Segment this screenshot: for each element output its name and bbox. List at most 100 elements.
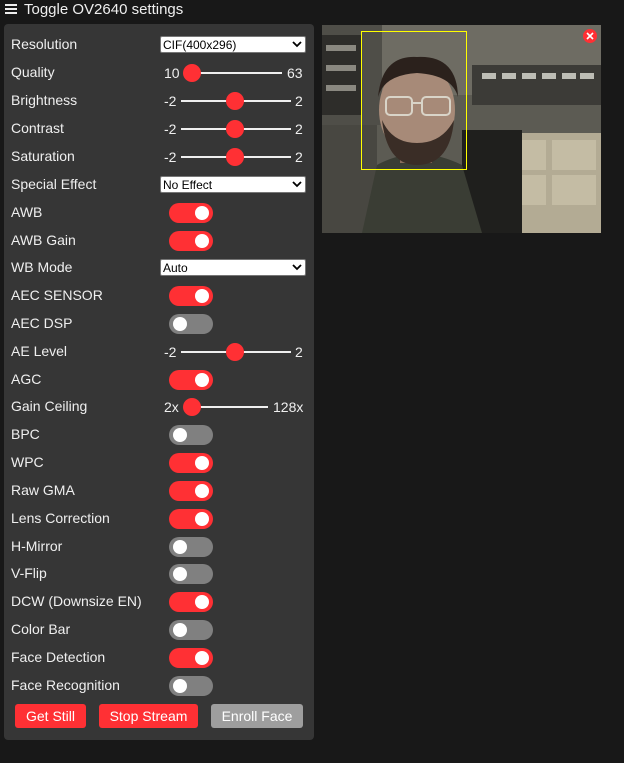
- contrast-min: -2: [164, 121, 177, 137]
- bpc-toggle[interactable]: [169, 425, 213, 445]
- lens-correction-toggle[interactable]: [169, 509, 213, 529]
- lens-correction-row: Lens Correction: [4, 505, 314, 533]
- agc-toggle[interactable]: [169, 370, 213, 390]
- quality-min: 10: [164, 65, 180, 81]
- special-effect-value: No Effect: [163, 178, 213, 192]
- gain-ceiling-label: Gain Ceiling: [11, 398, 88, 414]
- contrast-label: Contrast: [11, 120, 64, 136]
- brightness-max: 2: [295, 93, 303, 109]
- wb-mode-value: Auto: [163, 261, 188, 275]
- lens-correction-label: Lens Correction: [11, 510, 110, 526]
- ae-level-row: AE Level -2 2: [4, 338, 314, 366]
- toggle-knob: [173, 679, 187, 693]
- quality-row: Quality 10 63: [4, 59, 314, 87]
- contrast-max: 2: [295, 121, 303, 137]
- toggle-knob: [173, 428, 187, 442]
- gain-ceiling-max: 128x: [273, 399, 304, 415]
- aec-dsp-toggle[interactable]: [169, 314, 213, 334]
- awb-gain-label: AWB Gain: [11, 232, 76, 248]
- chevron-down-icon: [292, 264, 302, 271]
- ae-level-label: AE Level: [11, 343, 68, 359]
- aec-sensor-row: AEC SENSOR: [4, 282, 314, 310]
- v-flip-row: V-Flip: [4, 560, 314, 588]
- dcw-label: DCW (Downsize EN): [11, 593, 142, 609]
- resolution-value: CIF(400x296): [163, 38, 237, 52]
- wb-mode-label: WB Mode: [11, 259, 73, 275]
- saturation-row: Saturation -2 2: [4, 143, 314, 171]
- awb-gain-toggle[interactable]: [169, 231, 213, 251]
- dcw-toggle[interactable]: [169, 592, 213, 612]
- toggle-knob: [195, 373, 209, 387]
- h-mirror-toggle[interactable]: [169, 537, 213, 557]
- brightness-label: Brightness: [11, 92, 78, 108]
- awb-label: AWB: [11, 204, 43, 220]
- resolution-row: Resolution CIF(400x296): [4, 31, 314, 59]
- wpc-toggle[interactable]: [169, 453, 213, 473]
- raw-gma-label: Raw GMA: [11, 482, 75, 498]
- saturation-max: 2: [295, 149, 303, 165]
- face-recognition-toggle[interactable]: [169, 676, 213, 696]
- special-effect-label: Special Effect: [11, 176, 97, 192]
- toggle-knob: [195, 289, 209, 303]
- saturation-slider-thumb[interactable]: [226, 148, 244, 166]
- hamburger-icon[interactable]: [5, 4, 17, 14]
- close-icon[interactable]: [583, 29, 597, 43]
- awb-toggle[interactable]: [169, 203, 213, 223]
- agc-row: AGC: [4, 366, 314, 394]
- top-bar: Toggle OV2640 settings: [0, 0, 624, 20]
- aec-dsp-label: AEC DSP: [11, 315, 73, 331]
- aec-dsp-row: AEC DSP: [4, 310, 314, 338]
- color-bar-label: Color Bar: [11, 621, 71, 637]
- raw-gma-toggle[interactable]: [169, 481, 213, 501]
- ae-level-slider-thumb[interactable]: [226, 343, 244, 361]
- h-mirror-label: H-Mirror: [11, 538, 63, 554]
- toggle-knob: [173, 623, 187, 637]
- bpc-row: BPC: [4, 421, 314, 449]
- brightness-row: Brightness -2 2: [4, 87, 314, 115]
- dcw-row: DCW (Downsize EN): [4, 588, 314, 616]
- aec-sensor-label: AEC SENSOR: [11, 287, 103, 303]
- special-effect-select[interactable]: No Effect: [160, 176, 306, 193]
- wb-mode-select[interactable]: Auto: [160, 259, 306, 276]
- video-stream: [322, 25, 601, 233]
- chevron-down-icon: [292, 181, 302, 188]
- x-mark: [586, 32, 594, 40]
- brightness-min: -2: [164, 93, 177, 109]
- wpc-row: WPC: [4, 449, 314, 477]
- toggle-knob: [173, 540, 187, 554]
- stop-stream-button[interactable]: Stop Stream: [99, 704, 198, 728]
- resolution-label: Resolution: [11, 36, 78, 52]
- toggle-settings-title[interactable]: Toggle OV2640 settings: [24, 1, 183, 18]
- h-mirror-row: H-Mirror: [4, 533, 314, 561]
- toggle-knob: [195, 651, 209, 665]
- chevron-down-icon: [292, 41, 302, 48]
- color-bar-toggle[interactable]: [169, 620, 213, 640]
- toggle-knob: [195, 206, 209, 220]
- quality-slider-thumb[interactable]: [183, 64, 201, 82]
- face-recognition-row: Face Recognition: [4, 672, 314, 700]
- camera-frame: [322, 25, 601, 233]
- raw-gma-row: Raw GMA: [4, 477, 314, 505]
- gain-ceiling-slider-thumb[interactable]: [183, 398, 201, 416]
- aec-sensor-toggle[interactable]: [169, 286, 213, 306]
- quality-label: Quality: [11, 64, 55, 80]
- quality-max: 63: [287, 65, 303, 81]
- get-still-button[interactable]: Get Still: [15, 704, 86, 728]
- toggle-knob: [195, 512, 209, 526]
- brightness-slider-thumb[interactable]: [226, 92, 244, 110]
- wb-mode-row: WB Mode Auto: [4, 254, 314, 282]
- special-effect-row: Special Effect No Effect: [4, 171, 314, 199]
- toggle-knob: [195, 234, 209, 248]
- face-detection-toggle[interactable]: [169, 648, 213, 668]
- face-detection-row: Face Detection: [4, 644, 314, 672]
- awb-row: AWB: [4, 199, 314, 227]
- contrast-slider-thumb[interactable]: [226, 120, 244, 138]
- wpc-label: WPC: [11, 454, 44, 470]
- resolution-select[interactable]: CIF(400x296): [160, 36, 306, 53]
- enroll-face-button[interactable]: Enroll Face: [211, 704, 303, 728]
- awb-gain-row: AWB Gain: [4, 227, 314, 255]
- bpc-label: BPC: [11, 426, 40, 442]
- v-flip-toggle[interactable]: [169, 564, 213, 584]
- face-detection-label: Face Detection: [11, 649, 106, 665]
- saturation-label: Saturation: [11, 148, 75, 164]
